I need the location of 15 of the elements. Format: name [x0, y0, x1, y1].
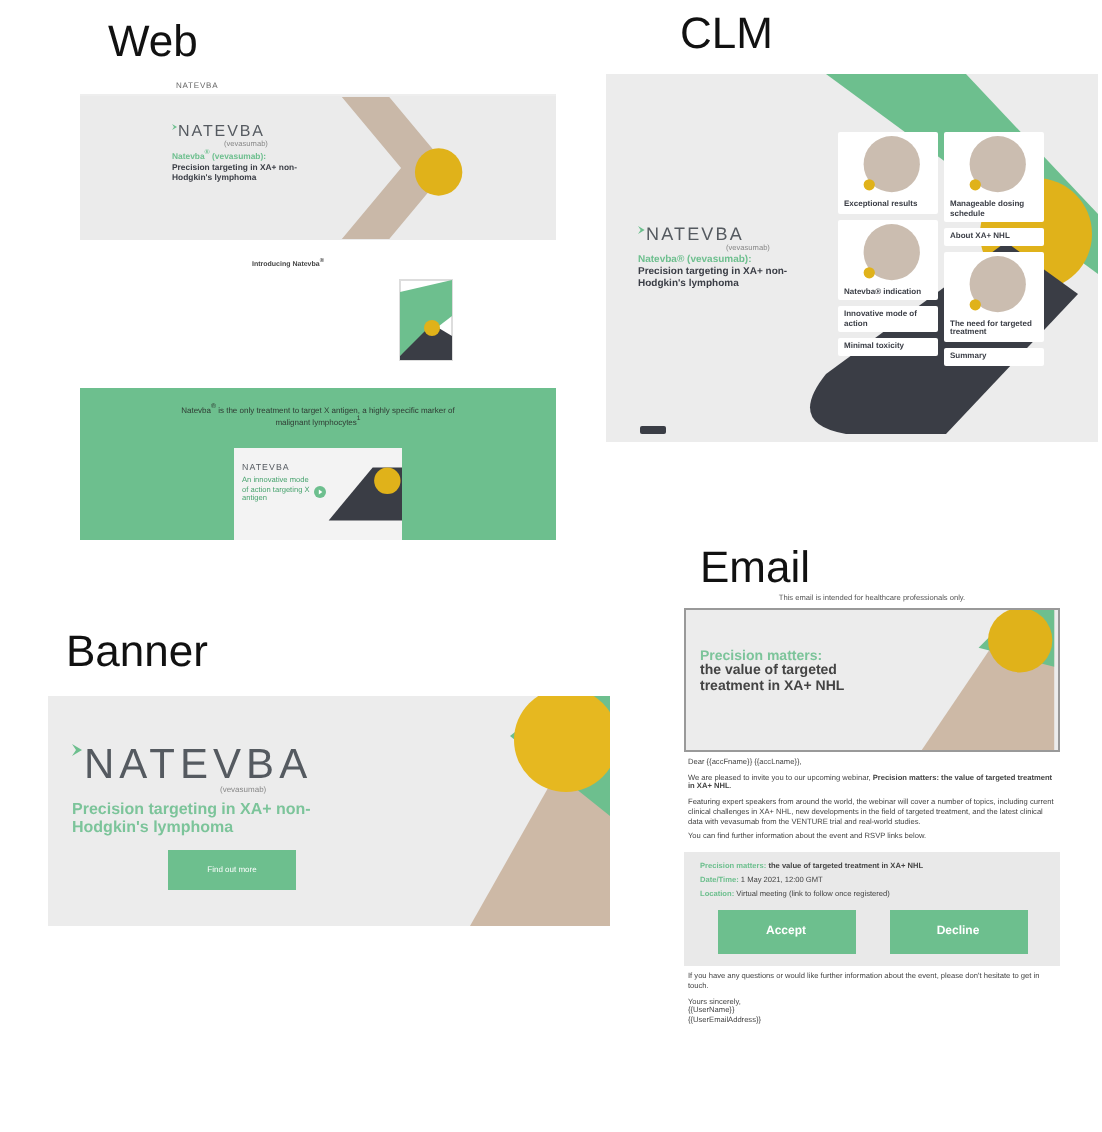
- slide-button[interactable]: [640, 426, 666, 434]
- product-box-drawing: [396, 275, 456, 364]
- chevron-logo-icon: [638, 226, 646, 234]
- banner-title: Precision targeting in XA+ non-Hodgkin's lymphoma: [72, 799, 313, 838]
- section-label: Banner: [66, 630, 208, 674]
- play-icon[interactable]: [314, 486, 326, 498]
- brand-logo: NATEVBA: [84, 744, 313, 786]
- chevron-logo-icon: [172, 123, 178, 130]
- section-label: CLM: [680, 12, 773, 56]
- brand-logo: NATEVBA: [646, 226, 744, 244]
- brand-logo: NATEVBA: [178, 123, 265, 140]
- section-label: Email: [700, 546, 811, 590]
- chevron-logo-icon: [72, 744, 84, 756]
- section-label: Web: [108, 20, 198, 64]
- diagonal-photo-drawing: [918, 610, 1058, 750]
